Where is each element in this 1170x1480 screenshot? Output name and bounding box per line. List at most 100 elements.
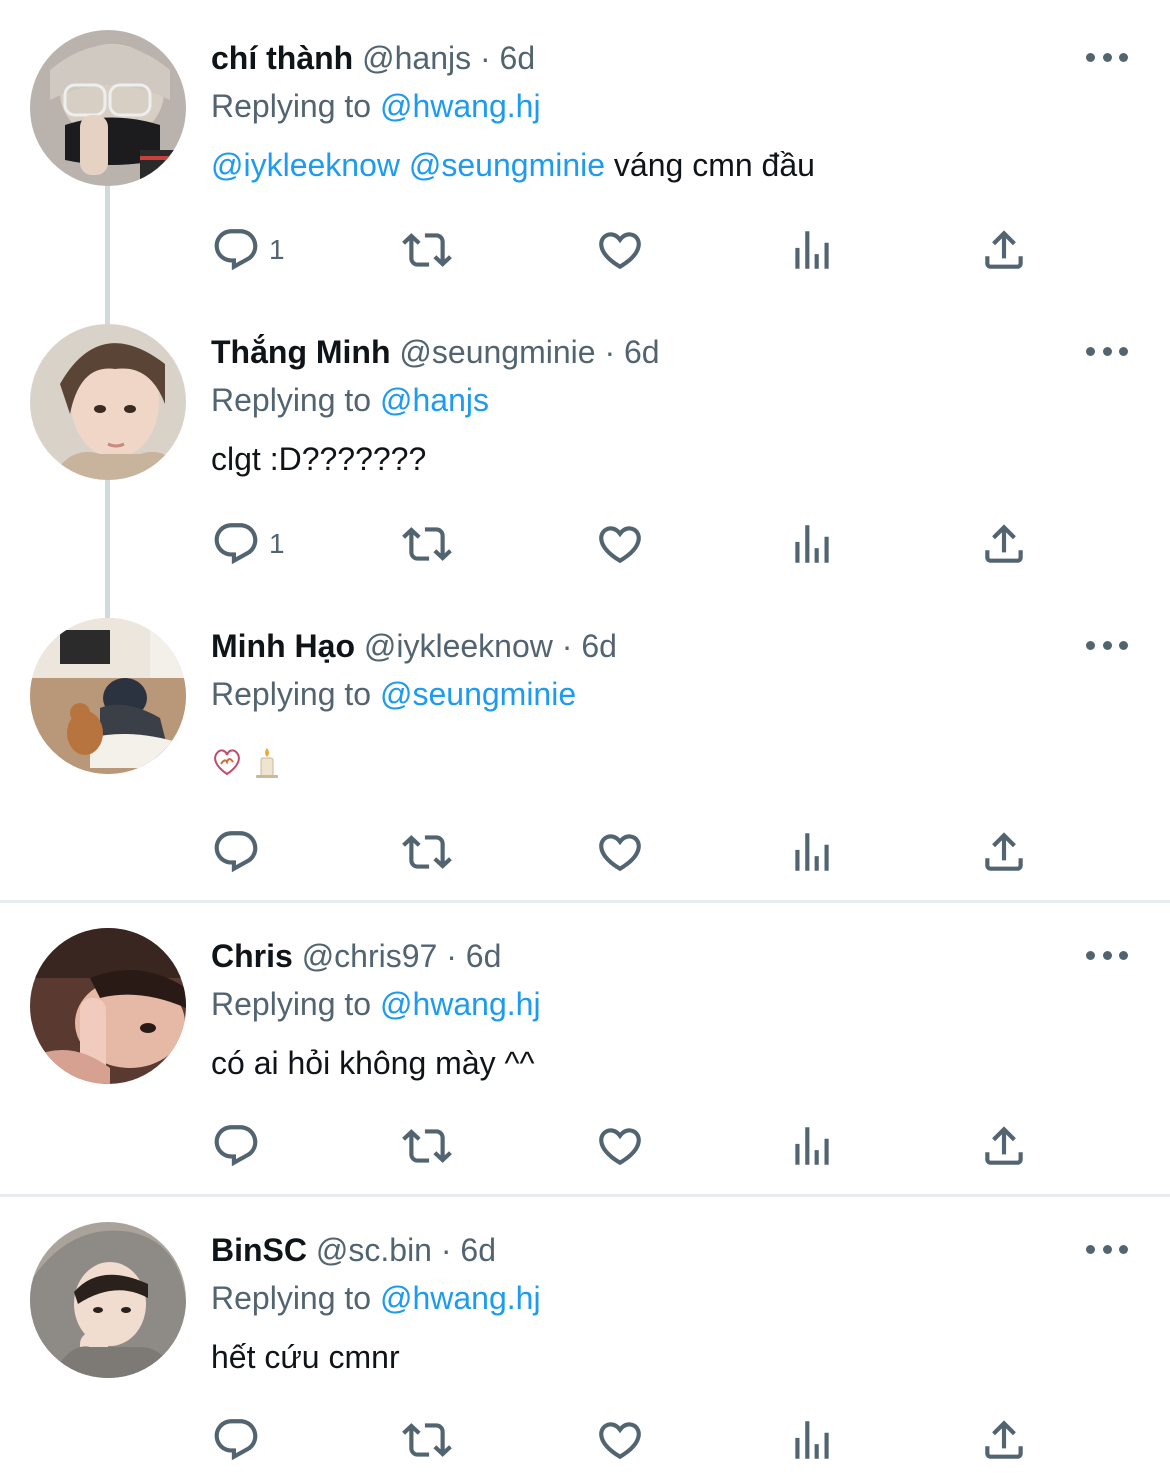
views-icon [795, 525, 829, 563]
retweet-icon [402, 835, 452, 869]
separator-dot: · [561, 628, 573, 664]
retweet-button[interactable] [402, 824, 452, 880]
replying-to-link[interactable]: @hwang.hj [380, 986, 541, 1022]
heart-icon [599, 526, 641, 564]
retweet-icon [402, 527, 452, 561]
timestamp[interactable]: 6d [624, 334, 660, 370]
timestamp[interactable]: 6d [581, 628, 617, 664]
retweet-button[interactable] [402, 516, 452, 572]
like-button[interactable] [595, 1118, 645, 1174]
heart-icon [599, 1422, 641, 1460]
tweet-text: @iykleeknow @seungminie váng cmn đầu [211, 145, 815, 185]
user-handle[interactable]: @iykleeknow [364, 628, 553, 664]
tweet-header: chí thành @hanjs · 6d [211, 38, 535, 78]
retweet-button[interactable] [402, 1412, 452, 1468]
views-button[interactable] [787, 1118, 837, 1174]
tweet[interactable]: Thắng Minh @seungminie · 6d Replying to … [0, 294, 1170, 588]
display-name[interactable]: BinSC [211, 1232, 307, 1268]
more-icon[interactable] [1086, 1241, 1128, 1257]
share-button[interactable] [979, 824, 1029, 880]
tweet[interactable]: Minh Hạo @iykleeknow · 6d Replying to @s… [0, 588, 1170, 900]
share-button[interactable] [979, 516, 1029, 572]
tweet-text-content: váng cmn đầu [605, 147, 815, 183]
like-button[interactable] [595, 516, 645, 572]
views-button[interactable] [787, 1412, 837, 1468]
replying-to: Replying to @hanjs [211, 380, 489, 420]
share-icon [985, 1126, 1023, 1165]
more-icon[interactable] [1086, 343, 1128, 359]
avatar[interactable] [30, 324, 186, 480]
avatar[interactable] [30, 30, 186, 186]
tweet[interactable]: chí thành @hanjs · 6d Replying to @hwang… [0, 0, 1170, 294]
like-button[interactable] [595, 824, 645, 880]
reply-button[interactable]: 1 [211, 516, 285, 572]
share-button[interactable] [979, 1412, 1029, 1468]
mention-link[interactable]: @seungminie [409, 147, 605, 183]
timestamp[interactable]: 6d [500, 40, 536, 76]
like-button[interactable] [595, 222, 645, 278]
replying-to-link[interactable]: @hwang.hj [380, 88, 541, 124]
reply-button[interactable] [211, 824, 261, 880]
views-icon [795, 1127, 829, 1165]
reply-count: 1 [269, 234, 285, 265]
user-handle[interactable]: @chris97 [302, 938, 438, 974]
retweet-icon [402, 1129, 452, 1163]
replying-to: Replying to @hwang.hj [211, 1278, 541, 1318]
views-button[interactable] [787, 222, 837, 278]
reply-icon [214, 229, 258, 271]
replying-to: Replying to @seungminie [211, 674, 576, 714]
separator-dot: · [446, 938, 457, 974]
views-button[interactable] [787, 516, 837, 572]
replying-to-link[interactable]: @seungminie [380, 676, 576, 712]
avatar[interactable] [30, 928, 186, 1084]
views-icon [795, 833, 829, 871]
more-icon[interactable] [1086, 49, 1128, 65]
retweet-button[interactable] [402, 1118, 452, 1174]
replying-to: Replying to @hwang.hj [211, 86, 541, 126]
action-bar [211, 824, 1051, 880]
replying-to-link[interactable]: @hwang.hj [380, 1280, 541, 1316]
display-name[interactable]: chí thành [211, 40, 353, 76]
avatar[interactable] [30, 1222, 186, 1378]
more-icon[interactable] [1086, 637, 1128, 653]
heart-icon [599, 232, 641, 270]
share-button[interactable] [979, 222, 1029, 278]
tweet-header: Minh Hạo @iykleeknow · 6d [211, 626, 617, 666]
timestamp[interactable]: 6d [460, 1232, 496, 1268]
share-icon [985, 1420, 1023, 1459]
tweet-text: clgt :D??????? [211, 441, 427, 477]
replying-to-link[interactable]: @hanjs [380, 382, 489, 418]
reply-button[interactable] [211, 1118, 261, 1174]
action-bar: 1 [211, 222, 1051, 278]
heart-icon [599, 834, 641, 872]
action-bar: 1 [211, 516, 1051, 572]
timestamp[interactable]: 6d [466, 938, 502, 974]
tweet[interactable]: Chris @chris97 · 6d Replying to @hwang.h… [0, 898, 1170, 1194]
retweet-icon [402, 233, 452, 267]
like-button[interactable] [595, 1412, 645, 1468]
display-name[interactable]: Chris [211, 938, 293, 974]
retweet-button[interactable] [402, 222, 452, 278]
reply-button[interactable] [211, 1412, 261, 1468]
heart-on-fire-icon [214, 749, 240, 776]
reply-count: 1 [269, 528, 285, 559]
reply-icon [214, 523, 258, 565]
reply-button[interactable]: 1 [211, 222, 285, 278]
user-handle[interactable]: @seungminie [399, 334, 595, 370]
share-button[interactable] [979, 1118, 1029, 1174]
display-name[interactable]: Minh Hạo [211, 628, 355, 664]
display-name[interactable]: Thắng Minh [211, 334, 391, 370]
mention-link[interactable]: @iykleeknow [211, 147, 400, 183]
separator-dot: · [479, 40, 491, 76]
avatar[interactable] [30, 618, 186, 774]
separator-dot: · [440, 1232, 452, 1268]
user-handle[interactable]: @hanjs [362, 40, 471, 76]
tweet-text: có ai hỏi không mày ^^ [211, 1045, 535, 1081]
tweet-emojis [211, 744, 291, 785]
user-handle[interactable]: @sc.bin [316, 1232, 432, 1268]
views-button[interactable] [787, 824, 837, 880]
replying-label: Replying to [211, 1280, 372, 1316]
separator-dot: · [604, 334, 616, 370]
more-icon[interactable] [1086, 947, 1128, 963]
tweet[interactable]: BinSC @sc.bin · 6d Replying to @hwang.hj… [0, 1192, 1170, 1480]
